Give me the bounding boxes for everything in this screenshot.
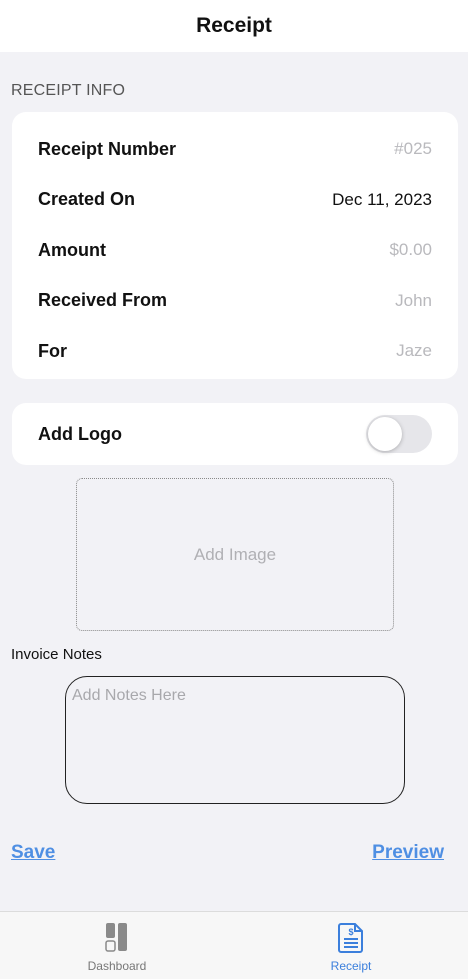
receipt-number-value[interactable]: #025 [394,139,432,159]
receipt-number-label: Receipt Number [38,138,177,159]
svg-text:$: $ [348,927,353,937]
add-logo-card: Add Logo [12,403,458,465]
receipt-icon: $ [338,923,363,953]
for-value[interactable]: Jaze [396,341,432,361]
for-row[interactable]: For Jaze [38,326,432,377]
section-label-receipt-info: RECEIPT INFO [11,82,126,99]
amount-row[interactable]: Amount $0.00 [38,225,432,276]
add-logo-toggle[interactable] [366,415,432,453]
save-button[interactable]: Save [11,842,55,864]
receipt-info-card: Receipt Number #025 Created On Dec 11, 2… [12,112,458,379]
toggle-knob [368,417,402,451]
add-logo-label: Add Logo [38,423,122,444]
page-title: Receipt [196,14,272,37]
for-label: For [38,340,67,361]
tab-receipt-label: Receipt [330,959,372,973]
tab-dashboard[interactable]: Dashboard [0,912,234,979]
created-on-row[interactable]: Created On Dec 11, 2023 [38,175,432,226]
created-on-label: Created On [38,189,136,210]
invoice-notes-input[interactable] [65,676,405,804]
received-from-row[interactable]: Received From John [38,276,432,327]
created-on-value[interactable]: Dec 11, 2023 [332,190,432,210]
invoice-notes-label: Invoice Notes [11,646,102,663]
tab-receipt[interactable]: $ Receipt [234,912,468,979]
nav-header: Receipt [0,0,468,52]
received-from-value[interactable]: John [395,291,432,311]
tab-dashboard-label: Dashboard [87,959,147,973]
add-image-dropzone[interactable]: Add Image [76,478,394,631]
tab-bar: Dashboard $ Receipt [0,911,468,979]
amount-label: Amount [38,239,106,260]
received-from-label: Received From [38,290,168,311]
add-image-label: Add Image [193,544,277,564]
dashboard-icon [105,923,127,952]
amount-value[interactable]: $0.00 [389,240,432,260]
preview-button[interactable]: Preview [372,842,444,864]
receipt-number-row[interactable]: Receipt Number #025 [38,124,432,175]
